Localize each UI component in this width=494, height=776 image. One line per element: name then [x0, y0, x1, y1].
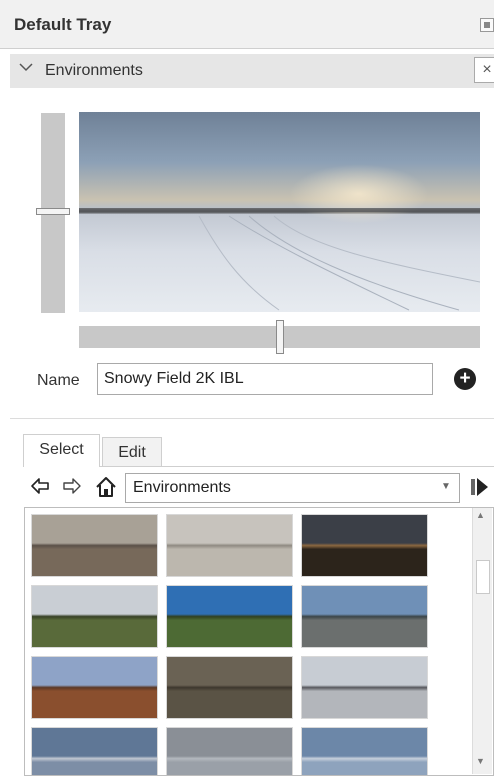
go-arrow-icon[interactable]	[470, 476, 490, 504]
path-dropdown[interactable]: Environments ▼	[125, 473, 460, 503]
chevron-down-icon[interactable]	[18, 59, 34, 80]
chevron-down-icon[interactable]: ▼	[441, 481, 451, 492]
environment-thumbnail[interactable]	[166, 727, 293, 775]
environment-thumbnail[interactable]	[166, 514, 293, 577]
tab-select[interactable]: Select	[23, 434, 100, 467]
horizontal-slider-thumb[interactable]	[276, 320, 284, 354]
tab-underline	[100, 466, 494, 467]
scroll-up-icon[interactable]: ▲	[476, 510, 485, 520]
environment-thumbnail[interactable]	[166, 585, 293, 648]
environment-preview	[79, 112, 480, 312]
scroll-down-icon[interactable]: ▼	[476, 756, 485, 766]
environments-section-header[interactable]: Environments ×	[10, 54, 494, 88]
environment-thumbnail[interactable]	[301, 514, 428, 577]
path-dropdown-value: Environments	[133, 479, 231, 496]
environment-thumbnail[interactable]	[166, 656, 293, 719]
forward-arrow-icon[interactable]	[62, 476, 82, 502]
tray-header: Default Tray	[0, 0, 494, 49]
environment-grid	[24, 507, 494, 776]
environment-thumbnail[interactable]	[31, 727, 158, 775]
name-label: Name	[37, 372, 80, 389]
section-title: Environments	[45, 62, 143, 79]
environment-thumbnail[interactable]	[301, 585, 428, 648]
environment-thumbnail[interactable]	[31, 656, 158, 719]
preview-snow-tracks	[198, 215, 480, 311]
home-icon[interactable]	[95, 476, 117, 498]
vertical-slider-thumb[interactable]	[36, 208, 70, 215]
divider	[10, 418, 494, 419]
add-icon[interactable]: +	[454, 368, 476, 390]
name-field[interactable]	[97, 363, 433, 395]
environment-thumbnail[interactable]	[301, 656, 428, 719]
dock-icon[interactable]	[480, 18, 494, 32]
back-arrow-icon[interactable]	[30, 476, 50, 502]
tray-title: Default Tray	[14, 15, 112, 34]
close-icon[interactable]: ×	[474, 57, 494, 83]
tab-edit[interactable]: Edit	[102, 437, 162, 467]
environment-thumbnail[interactable]	[31, 585, 158, 648]
environment-thumbnail[interactable]	[31, 514, 158, 577]
grid-scrollbar[interactable]: ▲ ▼	[472, 508, 492, 774]
environment-thumbnail[interactable]	[301, 727, 428, 775]
scrollbar-thumb[interactable]	[476, 560, 490, 594]
